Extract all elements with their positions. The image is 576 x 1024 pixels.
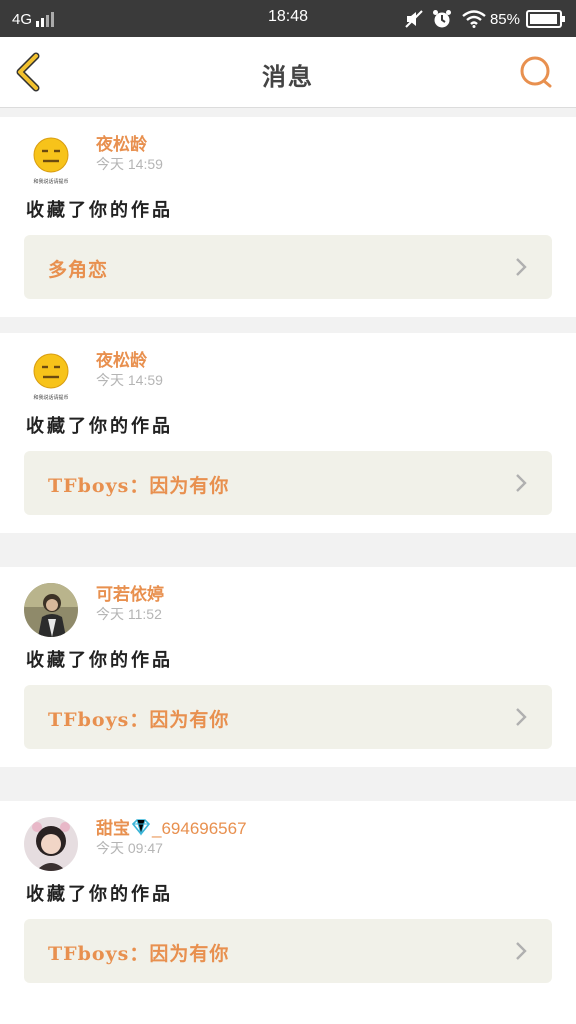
message-card: 和我说话请提币 夜松龄 今天 14:59 收藏了你的作品 TFboys：因为有你 (0, 333, 576, 533)
message-card: 可若依婷 今天 11:52 收藏了你的作品 TFboys：因为有你 (0, 567, 576, 767)
chevron-right-icon (516, 258, 527, 276)
diamond-badge-icon (131, 819, 151, 836)
chevron-right-icon (516, 474, 527, 492)
message-time: 今天 11:52 (96, 606, 162, 622)
message-time: 今天 14:59 (96, 156, 163, 172)
action-text: 收藏了你的作品 (26, 416, 173, 437)
action-text: 收藏了你的作品 (26, 884, 173, 905)
message-time: 今天 09:47 (96, 840, 163, 856)
user-photo-avatar (24, 583, 78, 637)
username[interactable]: 甜宝 _694696567 (96, 814, 247, 839)
work-title: TFboys：因为有你 (48, 709, 230, 731)
message-time: 今天 14:59 (96, 372, 163, 388)
status-right: 85% (404, 8, 566, 30)
work-title: 多角恋 (48, 259, 109, 281)
username[interactable]: 夜松龄 (96, 130, 147, 155)
username-name: 甜宝 (96, 819, 130, 839)
username-suffix: _694696567 (152, 819, 247, 838)
chevron-right-icon (516, 708, 527, 726)
mute-icon (405, 10, 423, 28)
alarm-icon (432, 10, 451, 28)
battery-percent: 85% (489, 10, 520, 28)
wifi-icon (462, 10, 486, 28)
work-title: TFboys：因为有你 (48, 943, 230, 965)
message-card: 甜宝 _694696567 今天 09:47 收藏了你的作品 TFboys：因为… (0, 801, 576, 1024)
action-text: 收藏了你的作品 (26, 650, 173, 671)
search-icon[interactable] (518, 54, 556, 92)
work-link[interactable]: TFboys：因为有你 (24, 919, 552, 983)
neutral-face-avatar: 和我说话请提币 (24, 349, 78, 403)
work-link[interactable]: TFboys：因为有你 (24, 451, 552, 515)
neutral-face-avatar: 和我说话请提币 (24, 133, 78, 187)
page-title: 消息 (262, 62, 314, 91)
action-text: 收藏了你的作品 (26, 200, 173, 221)
avatar-caption: 和我说话请提币 (33, 394, 68, 401)
chevron-right-icon (516, 942, 527, 960)
status-bar: 4G 18:48 85% (0, 0, 576, 37)
username[interactable]: 夜松龄 (96, 346, 147, 371)
user-photo-avatar (24, 817, 78, 871)
work-title: TFboys：因为有你 (48, 475, 230, 497)
message-card: 和我说话请提币 夜松龄 今天 14:59 收藏了你的作品 多角恋 (0, 117, 576, 317)
work-link[interactable]: TFboys：因为有你 (24, 685, 552, 749)
battery-icon (526, 10, 565, 28)
work-link[interactable]: 多角恋 (24, 235, 552, 299)
username[interactable]: 可若依婷 (96, 580, 164, 605)
nav-bar: 消息 (0, 37, 576, 108)
avatar-caption: 和我说话请提币 (33, 178, 68, 185)
